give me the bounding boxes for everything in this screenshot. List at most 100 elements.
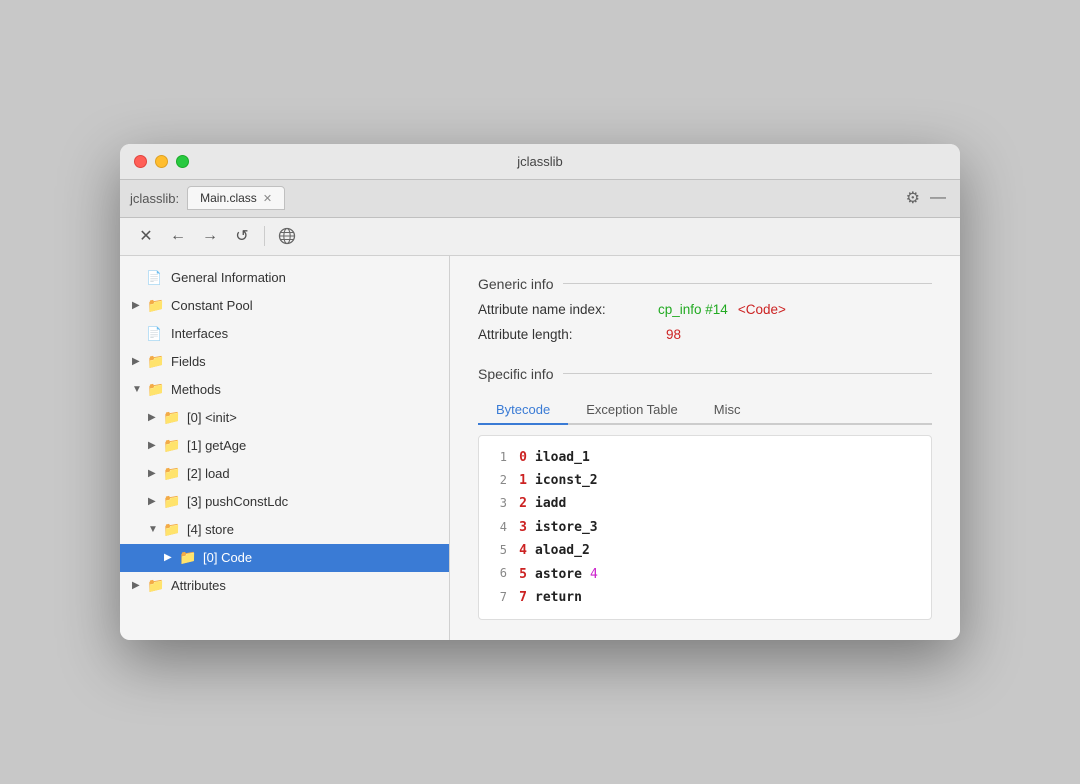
reload-toolbar-btn[interactable]: ↺ [228,222,256,250]
folder-icon: 📁 [178,550,198,566]
breadcrumb-prefix: jclasslib: [130,191,179,206]
sidebar-label-code: [0] Code [203,550,252,565]
arrow-right: ▶ [148,468,162,479]
bytecode-row: 6 5 astore 4 [493,563,917,586]
sidebar-item-interfaces[interactable]: 📄 Interfaces [120,320,449,348]
file-icon: 📄 [146,326,166,342]
sidebar-label-method-store: [4] store [187,522,234,537]
bc-line-3: 3 [493,493,507,515]
bc-line-6: 6 [493,563,507,585]
folder-icon: 📁 [162,466,182,482]
bytecode-row: 2 1 iconst_2 [493,469,917,492]
arrow-right: ▶ [148,440,162,451]
inner-tabs: Bytecode Exception Table Misc [478,396,932,425]
maximize-button[interactable] [176,155,189,168]
sidebar-item-general-info[interactable]: 📄 General Information [120,264,449,292]
bc-offset-7: 7 [511,586,527,609]
title-bar: jclasslib [120,144,960,180]
sidebar: 📄 General Information ▶ 📁 Constant Pool … [120,256,450,641]
forward-toolbar-btn[interactable]: → [196,222,224,250]
tab-close-icon[interactable]: ✕ [263,192,272,205]
sidebar-item-method-pushconstldc[interactable]: ▶ 📁 [3] pushConstLdc [120,488,449,516]
sidebar-item-method-getage[interactable]: ▶ 📁 [1] getAge [120,432,449,460]
sidebar-item-constant-pool[interactable]: ▶ 📁 Constant Pool [120,292,449,320]
sidebar-label-method-getage: [1] getAge [187,438,246,453]
tab-bar: jclasslib: Main.class ✕ ⚙ — [120,180,960,218]
folder-icon: 📁 [146,354,166,370]
bc-line-2: 2 [493,470,507,492]
attribute-length-row: Attribute length: 98 [478,327,932,342]
arrow-down: ▼ [132,384,146,395]
bc-line-4: 4 [493,517,507,539]
bytecode-row: 1 0 iload_1 [493,446,917,469]
generic-info-header: Generic info [478,276,932,292]
tab-bar-left: jclasslib: Main.class ✕ [130,186,285,210]
bytecode-row: 5 4 aload_2 [493,539,917,562]
close-toolbar-btn[interactable]: ✕ [132,222,160,250]
tab-main-class[interactable]: Main.class ✕ [187,186,285,210]
app-window: jclasslib jclasslib: Main.class ✕ ⚙ — ✕ … [120,144,960,641]
folder-icon: 📁 [146,298,166,314]
sidebar-item-methods[interactable]: ▼ 📁 Methods [120,376,449,404]
attribute-name-link[interactable]: cp_info #14 [658,302,728,317]
sidebar-item-fields[interactable]: ▶ 📁 Fields [120,348,449,376]
bytecode-row: 4 3 istore_3 [493,516,917,539]
minimize-button[interactable] [155,155,168,168]
bc-instruction-3: iadd [535,492,566,515]
file-icon: 📄 [146,270,166,286]
bc-offset-1: 0 [511,446,527,469]
detail-pane: Generic info Attribute name index: cp_in… [450,256,960,641]
bc-line-1: 1 [493,447,507,469]
folder-icon: 📁 [146,578,166,594]
sidebar-label-general-info: General Information [171,270,286,285]
sidebar-label-fields: Fields [171,354,206,369]
bc-instruction-1: iload_1 [535,446,590,469]
bc-line-7: 7 [493,587,507,609]
sidebar-item-method-load[interactable]: ▶ 📁 [2] load [120,460,449,488]
bc-instruction-4: istore_3 [535,516,598,539]
browser-toolbar-btn[interactable] [273,222,301,250]
bytecode-container: 1 0 iload_1 2 1 iconst_2 3 2 iadd [478,435,932,621]
minimize-icon[interactable]: — [930,189,946,207]
no-arrow [132,328,146,339]
specific-info-section: Specific info Bytecode Exception Table M… [478,366,932,621]
attribute-name-type: <Code> [738,302,786,317]
sidebar-item-code[interactable]: ▶ 📁 [0] Code [120,544,449,572]
sidebar-label-method-load: [2] load [187,466,230,481]
tab-label: Main.class [200,191,257,205]
folder-icon: 📁 [162,494,182,510]
folder-icon: 📁 [146,382,166,398]
arrow-right: ▶ [132,580,146,591]
sidebar-label-interfaces: Interfaces [171,326,228,341]
arrow-right: ▶ [148,496,162,507]
attribute-name-label: Attribute name index: [478,302,658,317]
sidebar-item-method-store[interactable]: ▼ 📁 [4] store [120,516,449,544]
bc-line-5: 5 [493,540,507,562]
specific-info-header: Specific info [478,366,932,382]
folder-icon: 📁 [162,438,182,454]
toolbar-divider [264,226,265,246]
tab-exception-table[interactable]: Exception Table [568,396,696,425]
bc-offset-3: 2 [511,492,527,515]
sidebar-item-attributes[interactable]: ▶ 📁 Attributes [120,572,449,600]
main-content: 📄 General Information ▶ 📁 Constant Pool … [120,256,960,641]
traffic-lights [134,155,189,168]
settings-icon[interactable]: ⚙ [906,188,920,208]
sidebar-item-method-init[interactable]: ▶ 📁 [0] <init> [120,404,449,432]
bc-instruction-6: astore [535,563,582,586]
bc-operand-6: 4 [590,563,598,586]
attribute-name-row: Attribute name index: cp_info #14 <Code> [478,302,932,317]
bc-offset-2: 1 [511,469,527,492]
sidebar-label-attributes: Attributes [171,578,226,593]
sidebar-label-method-pushconstldc: [3] pushConstLdc [187,494,288,509]
toolbar: ✕ ← → ↺ [120,218,960,256]
back-toolbar-btn[interactable]: ← [164,222,192,250]
tab-misc[interactable]: Misc [696,396,759,425]
close-button[interactable] [134,155,147,168]
bc-instruction-5: aload_2 [535,539,590,562]
tab-bytecode[interactable]: Bytecode [478,396,568,425]
window-title: jclasslib [517,154,563,169]
bytecode-row: 7 7 return [493,586,917,609]
attribute-length-value: 98 [666,327,681,342]
arrow-right: ▶ [132,300,146,311]
